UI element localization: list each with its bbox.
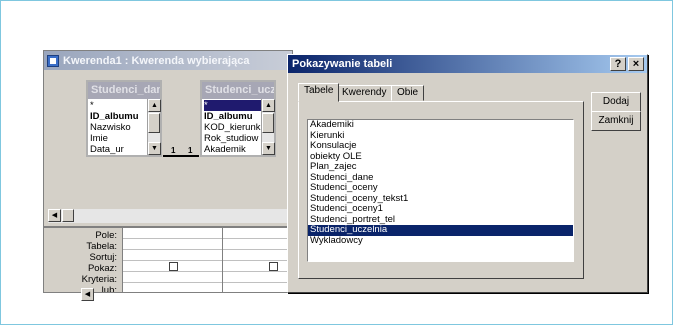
add-button[interactable]: Dodaj — [591, 92, 641, 112]
arrow-down-icon[interactable]: ▼ — [262, 142, 275, 155]
grid-cell-criteria[interactable] — [123, 272, 222, 283]
arrow-up-icon[interactable]: ▲ — [148, 99, 161, 112]
scroll-thumb[interactable] — [148, 113, 160, 133]
grid-hscrollbar[interactable]: ◀ — [81, 287, 94, 301]
grid-cell-sort[interactable] — [123, 250, 222, 261]
table-listbox[interactable]: Akademiki Kierunki Konsulacje obiekty OL… — [307, 119, 574, 262]
grid-cell-show — [223, 261, 292, 272]
grid-cell-show — [123, 261, 222, 272]
list-item[interactable]: Konsulacje — [308, 140, 573, 152]
grid-cell-table[interactable] — [223, 239, 292, 250]
field-list: * ID_albumu Nazwisko Imie Data_ur ▲ ▼ — [88, 99, 161, 155]
grid-column — [222, 228, 292, 292]
field-list-scrollbar[interactable]: ▲ ▼ — [261, 99, 275, 155]
arrow-down-icon[interactable]: ▼ — [148, 142, 161, 155]
query-window-titlebar[interactable]: Kwerenda1 : Kwerenda wybierająca — [44, 51, 292, 70]
table-pane-hscrollbar[interactable]: ◀ — [48, 209, 292, 223]
grid-cell-or[interactable] — [123, 283, 222, 292]
dialog-titlebar[interactable]: Pokazywanie tabeli ? × — [288, 55, 647, 73]
grid-cell-field[interactable] — [223, 228, 292, 239]
list-item[interactable]: Plan_zajec — [308, 161, 573, 173]
grid-cell-or[interactable] — [223, 283, 292, 292]
arrow-left-icon[interactable]: ◀ — [81, 288, 94, 301]
list-item[interactable]: Wykladowcy — [308, 235, 573, 247]
arrow-left-icon[interactable]: ◀ — [48, 209, 61, 222]
table-header[interactable]: Studenci_ucz — [202, 82, 274, 99]
checkbox-icon[interactable] — [169, 262, 178, 271]
query-window-title: Kwerenda1 : Kwerenda wybierająca — [63, 54, 250, 67]
list-item[interactable]: Studenci_oceny1 — [308, 203, 573, 215]
tab-obie[interactable]: Obie — [391, 85, 425, 101]
query-window-icon — [47, 54, 59, 67]
grid-label-kryteria: Kryteria: — [81, 274, 117, 285]
grid-cell-criteria[interactable] — [223, 272, 292, 283]
list-item-selected[interactable]: Studenci_uczelnia — [308, 224, 573, 236]
table-pane: Studenci_dane * ID_albumu Nazwisko Imie … — [44, 70, 292, 192]
grid-cells — [122, 228, 292, 292]
table-studenci-uczelnia[interactable]: Studenci_ucz * ID_albumu KOD_kierunku Ro… — [200, 80, 276, 157]
grid-cell-field[interactable] — [123, 228, 222, 239]
relationship-line[interactable]: 1 1 — [163, 146, 199, 158]
list-item[interactable]: Studenci_oceny — [308, 182, 573, 194]
close-icon[interactable]: × — [628, 57, 644, 71]
close-button[interactable]: Zamknij — [591, 111, 641, 131]
grid-label-pole: Pole: — [95, 230, 117, 241]
list-item[interactable]: Akademiki — [308, 120, 573, 131]
tab-tabele[interactable]: Tabele — [298, 83, 340, 102]
table-studenci-dane[interactable]: Studenci_dane * ID_albumu Nazwisko Imie … — [86, 80, 162, 157]
help-button[interactable]: ? — [610, 57, 626, 71]
grid-row-labels: Pole: Tabela: Sortuj: Pokaz: Kryteria: l… — [44, 230, 120, 292]
grid-label-sortuj: Sortuj: — [89, 252, 117, 263]
grid-column — [122, 228, 222, 292]
arrow-up-icon[interactable]: ▲ — [262, 99, 275, 112]
query-design-window: Kwerenda1 : Kwerenda wybierająca Studenc… — [43, 50, 293, 293]
scroll-thumb[interactable] — [62, 209, 74, 222]
grid-label-pokaz: Pokaz: — [87, 263, 117, 274]
tab-kwerendy[interactable]: Kwerendy — [336, 85, 393, 101]
relation-right-cardinality: 1 — [188, 146, 193, 155]
relation-connector — [163, 155, 199, 157]
scroll-thumb[interactable] — [262, 113, 274, 133]
field-list: * ID_albumu KOD_kierunku Rok_studiow Aka… — [202, 99, 275, 155]
screenshot-frame: Kwerenda1 : Kwerenda wybierająca Studenc… — [0, 0, 673, 325]
show-table-dialog: Pokazywanie tabeli ? × Tabele Kwerendy O… — [287, 54, 648, 293]
grid-cell-table[interactable] — [123, 239, 222, 250]
relation-left-cardinality: 1 — [171, 146, 176, 155]
design-grid: Pole: Tabela: Sortuj: Pokaz: Kryteria: l… — [44, 228, 292, 292]
grid-cell-sort[interactable] — [223, 250, 292, 261]
dialog-title: Pokazywanie tabeli — [292, 58, 393, 70]
checkbox-icon[interactable] — [269, 262, 278, 271]
table-header[interactable]: Studenci_dane — [88, 82, 160, 99]
field-list-scrollbar[interactable]: ▲ ▼ — [147, 99, 161, 155]
grid-label-tabela: Tabela: — [86, 241, 117, 252]
